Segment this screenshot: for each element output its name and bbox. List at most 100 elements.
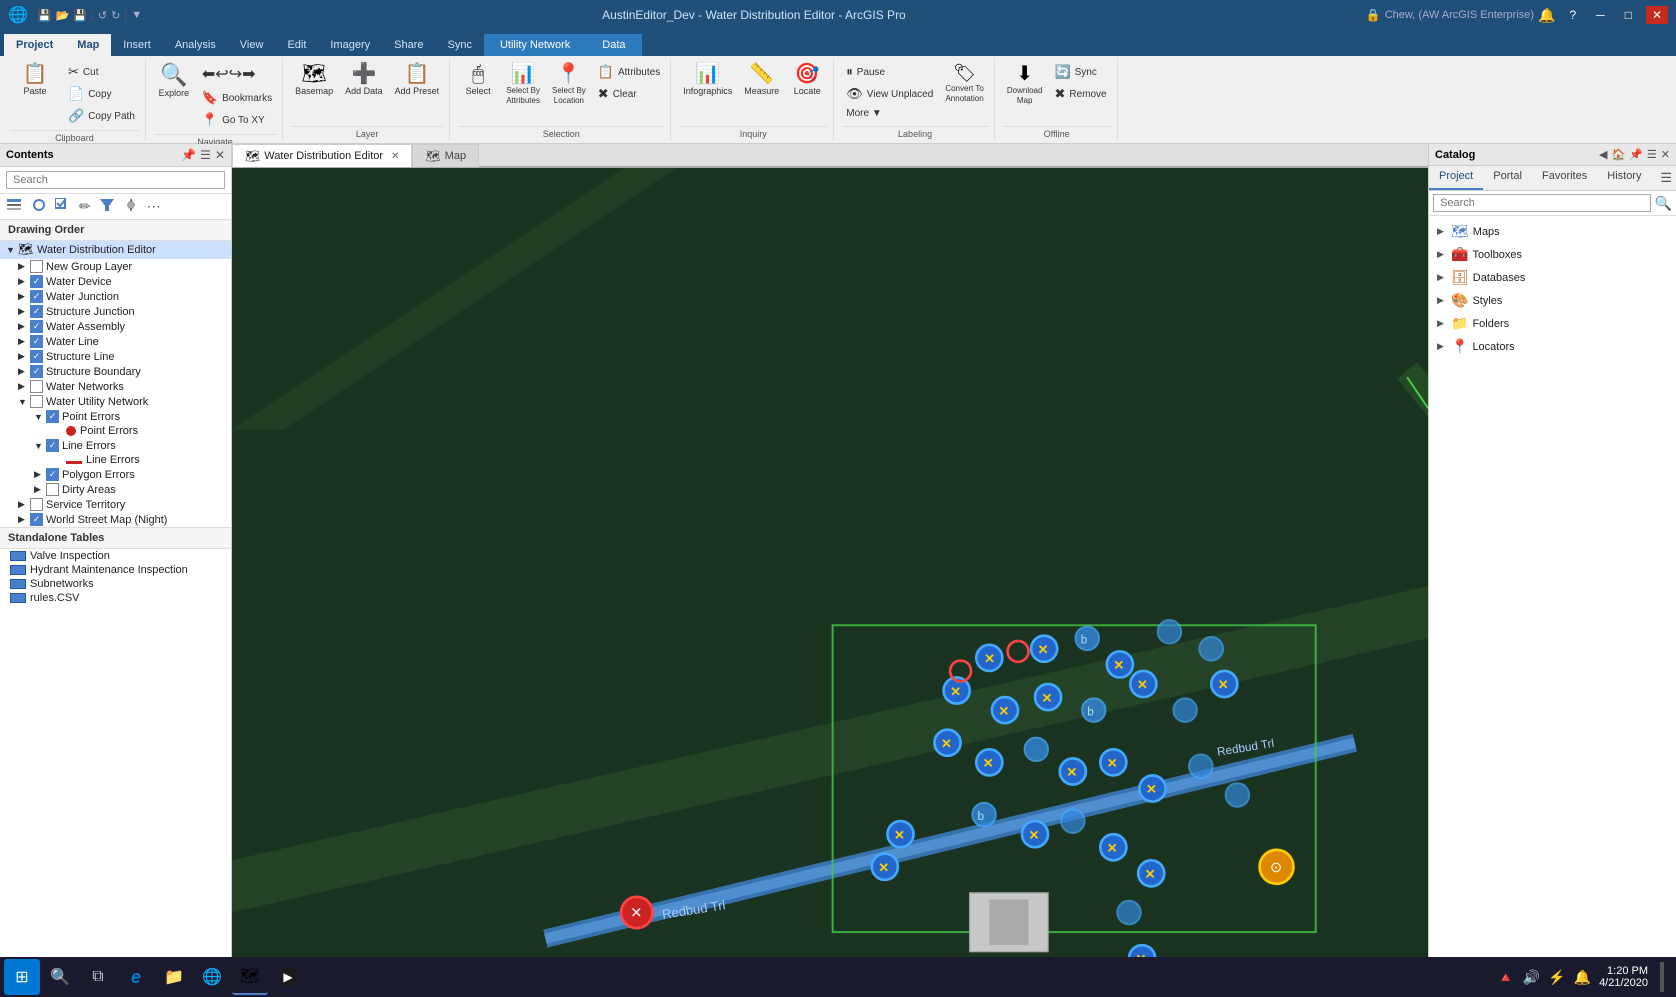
tab-insert[interactable]: Insert	[111, 34, 163, 56]
tab-imagery[interactable]: Imagery	[318, 34, 382, 56]
layer-water-utility-network[interactable]: ▼ Water Utility Network	[0, 394, 231, 409]
layer-line-errors-check[interactable]: ✓	[46, 439, 59, 452]
infographics-button[interactable]: 📊 Infographics	[679, 62, 736, 99]
catalog-home[interactable]: 🏠	[1612, 148, 1626, 161]
pause-button[interactable]: ⏸ Pause	[842, 62, 937, 82]
layer-structure-line[interactable]: ▶ ✓ Structure Line	[0, 349, 231, 364]
layer-water-device[interactable]: ▶ ✓ Water Device	[0, 274, 231, 289]
more-options-btn[interactable]: ⋯	[144, 197, 164, 216]
list-by-source[interactable]	[28, 197, 50, 216]
table-valve-inspection[interactable]: Valve Inspection	[0, 549, 231, 563]
copy-button[interactable]: 📄 Copy	[64, 84, 139, 104]
basemap-button[interactable]: 🗺 Basemap	[291, 62, 337, 99]
customize-btn[interactable]: ▼	[131, 9, 142, 22]
add-data-button[interactable]: ➕ Add Data	[341, 62, 387, 99]
layer-water-junction-check[interactable]: ✓	[30, 290, 43, 303]
layer-world-street-map[interactable]: ▶ ✓ World Street Map (Night)	[0, 512, 231, 527]
tab-project[interactable]: Project	[4, 34, 65, 56]
layer-new-group-check[interactable]	[30, 260, 43, 273]
layer-water-line[interactable]: ▶ ✓ Water Line	[0, 334, 231, 349]
help-btn[interactable]: ?	[1563, 6, 1582, 24]
close-water-dist-tab[interactable]: ✕	[391, 151, 399, 162]
layer-water-dist-editor[interactable]: ▼ 🗺 Water Distribution Editor	[0, 241, 231, 259]
show-desktop-btn[interactable]	[1660, 962, 1664, 992]
tab-data[interactable]: Data	[586, 34, 641, 56]
layer-water-line-check[interactable]: ✓	[30, 335, 43, 348]
add-preset-button[interactable]: 📋 Add Preset	[391, 62, 444, 99]
list-by-editing[interactable]: ✏	[76, 197, 94, 216]
file-explorer-btn[interactable]: 📁	[156, 959, 192, 995]
tab-utility-network[interactable]: Utility Network	[484, 34, 586, 56]
layer-dirty-areas-check[interactable]	[46, 483, 59, 496]
filter-layers[interactable]	[96, 197, 118, 216]
catalog-tab-portal[interactable]: Portal	[1483, 166, 1532, 190]
table-subnetworks[interactable]: Subnetworks	[0, 577, 231, 591]
title-bar-icon[interactable]: 💾	[38, 9, 52, 22]
map-view[interactable]: Redbud Trl Redbud Trl Redbud Trl	[232, 168, 1428, 965]
tab-view[interactable]: View	[228, 34, 276, 56]
task-view-btn[interactable]: ⧉	[80, 959, 116, 995]
copy-path-button[interactable]: 🔗 Copy Path	[64, 106, 139, 126]
title-bar-icon2[interactable]: 📂	[56, 9, 70, 22]
select-by-loc-button[interactable]: 📍 Select ByLocation	[548, 62, 590, 107]
arcgis-btn[interactable]: 🗺	[232, 959, 268, 995]
catalog-tab-favorites[interactable]: Favorites	[1532, 166, 1597, 190]
catalog-search-input[interactable]	[1433, 194, 1651, 212]
view-unplaced-button[interactable]: 👁 View Unplaced	[842, 84, 937, 104]
remove-button[interactable]: ✖ Remove	[1050, 84, 1110, 104]
layer-new-group[interactable]: ▶ New Group Layer	[0, 259, 231, 274]
table-rules-csv[interactable]: rules.CSV	[0, 591, 231, 605]
layer-line-errors-group[interactable]: ▼ ✓ Line Errors	[0, 438, 231, 453]
contents-menu[interactable]: ☰	[200, 148, 211, 162]
map-tab-map[interactable]: 🗺 Map	[412, 144, 479, 167]
catalog-options-btn[interactable]: ☰	[1656, 166, 1676, 190]
tab-sync[interactable]: Sync	[436, 34, 484, 56]
catalog-search-btn[interactable]: 🔍	[1655, 195, 1672, 212]
list-by-drawing-order[interactable]	[4, 197, 26, 216]
start-button[interactable]: ⊞	[4, 959, 40, 995]
catalog-locators[interactable]: ▶ 📍 Locators	[1429, 335, 1676, 358]
tab-share[interactable]: Share	[382, 34, 435, 56]
undo-btn[interactable]: ↺	[98, 9, 107, 22]
catalog-menu-btn[interactable]: ☰	[1647, 148, 1657, 161]
layer-structure-boundary[interactable]: ▶ ✓ Structure Boundary	[0, 364, 231, 379]
snapping-btn[interactable]	[120, 197, 142, 216]
bookmarks-button[interactable]: 🔖 Bookmarks	[198, 88, 276, 108]
tab-map[interactable]: Map	[65, 34, 111, 56]
catalog-styles[interactable]: ▶ 🎨 Styles	[1429, 289, 1676, 312]
layer-structure-boundary-check[interactable]: ✓	[30, 365, 43, 378]
layer-polygon-errors-check[interactable]: ✓	[46, 468, 59, 481]
layer-polygon-errors[interactable]: ▶ ✓ Polygon Errors	[0, 467, 231, 482]
layer-point-errors-group[interactable]: ▼ ✓ Point Errors	[0, 409, 231, 424]
contents-auto-hide[interactable]: 📌	[181, 148, 196, 162]
catalog-close[interactable]: ✕	[1661, 148, 1670, 161]
user-label[interactable]: Chew, (AW ArcGIS Enterprise)	[1385, 9, 1534, 21]
close-btn[interactable]: ✕	[1646, 6, 1668, 24]
attributes-button[interactable]: 📋 Attributes	[594, 62, 664, 82]
layer-structure-junction-check[interactable]: ✓	[30, 305, 43, 318]
layer-service-territory[interactable]: ▶ Service Territory	[0, 497, 231, 512]
locate-button[interactable]: 🎯 Locate	[787, 62, 827, 99]
cut-button[interactable]: ✂ Cut	[64, 62, 139, 82]
catalog-tab-history[interactable]: History	[1597, 166, 1651, 190]
select-button[interactable]: 🖱 Select	[458, 62, 498, 99]
catalog-maps[interactable]: ▶ 🗺 Maps	[1429, 220, 1676, 243]
clear-button[interactable]: ✖ Clear	[594, 84, 664, 104]
contents-close[interactable]: ✕	[215, 148, 225, 162]
layer-water-assembly-check[interactable]: ✓	[30, 320, 43, 333]
measure-button[interactable]: 📏 Measure	[740, 62, 783, 99]
list-by-selection[interactable]	[52, 197, 74, 216]
title-bar-icon3[interactable]: 💾	[73, 9, 87, 22]
layer-dirty-areas[interactable]: ▶ Dirty Areas	[0, 482, 231, 497]
table-hydrant-maintenance[interactable]: Hydrant Maintenance Inspection	[0, 563, 231, 577]
explore-button[interactable]: 🔍 Explore	[154, 62, 194, 101]
layer-water-device-check[interactable]: ✓	[30, 275, 43, 288]
catalog-tab-project[interactable]: Project	[1429, 166, 1483, 190]
layer-structure-junction[interactable]: ▶ ✓ Structure Junction	[0, 304, 231, 319]
catalog-back[interactable]: ◀	[1599, 148, 1607, 161]
chrome-btn[interactable]: 🌐	[194, 959, 230, 995]
catalog-auto-hide[interactable]: 📌	[1629, 148, 1643, 161]
layer-water-assembly[interactable]: ▶ ✓ Water Assembly	[0, 319, 231, 334]
redo-btn[interactable]: ↻	[111, 9, 120, 22]
layer-structure-line-check[interactable]: ✓	[30, 350, 43, 363]
